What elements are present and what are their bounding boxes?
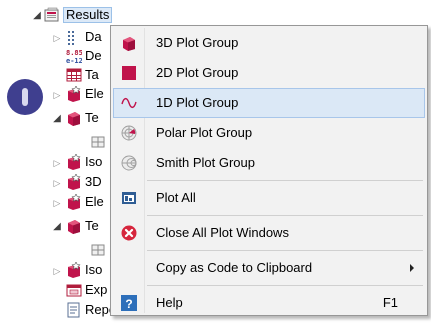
menu-item-polar-plot-group[interactable]: Polar Plot Group: [113, 118, 425, 148]
3d-plot-group-icon: [66, 110, 82, 126]
smith-plot-group-icon: [121, 155, 137, 171]
tree-node-label: Ta: [85, 67, 99, 82]
expand-arrow-icon[interactable]: ▷: [52, 178, 62, 188]
tree-node-label: Te: [85, 218, 99, 233]
collapse-arrow-icon[interactable]: ◢: [52, 114, 62, 124]
expand-arrow-icon[interactable]: ▷: [52, 266, 62, 276]
expand-arrow-icon[interactable]: ▷: [52, 33, 62, 43]
expand-arrow-icon[interactable]: ▷: [52, 198, 62, 208]
surface-child-icon: [90, 242, 106, 258]
menu-item-help[interactable]: ? Help F1: [113, 288, 425, 318]
tree-node-label: De: [85, 48, 102, 63]
export-icon: [66, 282, 82, 298]
plot-group-icon: [66, 261, 82, 278]
menu-separator: [147, 285, 423, 286]
plot-group-icon: [66, 173, 82, 190]
menu-item-copy-as-code-to-clipboard[interactable]: Copy as Code to Clipboard: [113, 253, 425, 283]
1d-plot-group-icon: [121, 95, 137, 111]
tree-node-label: Ele: [85, 194, 104, 209]
tree-node-label: Da: [85, 29, 102, 44]
collapse-arrow-icon[interactable]: ◢: [52, 222, 62, 232]
context-menu: 3D Plot Group 2D Plot Group 1D Plot Group P…: [110, 25, 428, 316]
menu-item-label: Plot All: [156, 190, 196, 205]
menu-separator: [147, 250, 423, 251]
plot-group-icon: [66, 153, 82, 170]
svg-text:e-12: e-12: [66, 57, 82, 64]
surface-child-icon: [90, 134, 106, 150]
submenu-arrow-icon: [410, 264, 414, 272]
menu-item-shortcut: F1: [382, 295, 398, 310]
close-circle-icon: [121, 225, 137, 241]
help-icon: ?: [121, 295, 137, 311]
expand-arrow-icon[interactable]: ▷: [52, 158, 62, 168]
tree-node-label: 3D: [85, 174, 102, 189]
menu-item-2d-plot-group[interactable]: 2D Plot Group: [113, 58, 425, 88]
step-marker-bar: [22, 88, 28, 106]
expand-arrow-icon[interactable]: ◢: [32, 11, 42, 21]
menu-item-label: Smith Plot Group: [156, 155, 255, 170]
menu-item-label: Copy as Code to Clipboard: [156, 260, 313, 275]
menu-item-label: Polar Plot Group: [156, 125, 253, 140]
3d-plot-group-icon: [121, 35, 137, 51]
menu-separator: [147, 215, 423, 216]
menu-item-label: 3D Plot Group: [156, 35, 239, 50]
plot-group-icon: [66, 193, 82, 210]
menu-item-label: 1D Plot Group: [156, 95, 239, 110]
svg-text:8.85: 8.85: [66, 49, 82, 57]
menu-item-plot-all[interactable]: Plot All: [113, 183, 425, 213]
tree-node-label: Te: [85, 110, 99, 125]
tree-node-label: Iso: [85, 262, 103, 277]
datasets-icon: [66, 29, 82, 45]
menu-item-label: Close All Plot Windows: [156, 225, 289, 240]
menu-item-smith-plot-group[interactable]: Smith Plot Group: [113, 148, 425, 178]
results-folder-icon: [44, 7, 59, 22]
polar-plot-group-icon: [121, 125, 137, 141]
expand-arrow-icon[interactable]: ▷: [52, 90, 62, 100]
menu-separator: [147, 180, 423, 181]
tree-node-label: Exp: [85, 282, 108, 297]
menu-item-label: 2D Plot Group: [156, 65, 239, 80]
2d-plot-group-icon: [121, 65, 137, 81]
derived-values-icon: 8.85 e-12: [66, 48, 83, 65]
3d-plot-group-icon: [66, 218, 82, 234]
plot-all-icon: [121, 190, 137, 206]
menu-item-3d-plot-group[interactable]: 3D Plot Group: [113, 28, 425, 58]
menu-item-close-all-plot-windows[interactable]: Close All Plot Windows: [113, 218, 425, 248]
menu-item-1d-plot-group[interactable]: 1D Plot Group: [113, 88, 425, 118]
tree-node-label: Results: [63, 7, 113, 23]
plot-group-icon: [66, 85, 82, 102]
reports-icon: [66, 302, 82, 318]
model-builder-window: ◢ Results ▷ Da 8.85 e-12 De Ta ▷ Ele ◢ Te ▷ Iso ▷ 3D ▷…: [0, 0, 431, 329]
tree-node-label: Iso: [85, 154, 103, 169]
svg-text:?: ?: [125, 297, 132, 311]
menu-item-label: Help: [156, 295, 183, 310]
step-marker-badge: [7, 79, 43, 115]
tree-node-label: Ele: [85, 86, 104, 101]
tables-icon: [66, 67, 82, 83]
